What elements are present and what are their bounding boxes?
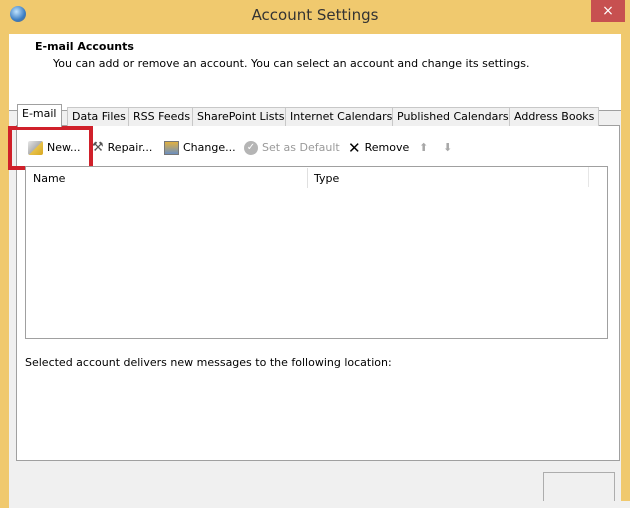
tab-rss-feeds[interactable]: RSS Feeds — [128, 107, 196, 126]
close-dialog-button[interactable] — [543, 472, 615, 502]
close-button[interactable]: × — [591, 0, 625, 22]
x-icon: ✕ — [348, 139, 361, 157]
highlight-box — [8, 126, 93, 170]
move-down-button[interactable]: ⬇ — [443, 140, 452, 156]
tab-published-calendars[interactable]: Published Calendars — [392, 107, 514, 126]
checkmark-circle-icon: ✓ — [244, 141, 258, 155]
arrow-up-icon: ⬆ — [419, 141, 429, 154]
repair-button[interactable]: ⚒ Repair... — [92, 140, 152, 156]
set-as-default-button[interactable]: ✓ Set as Default — [244, 140, 340, 156]
window-title: Account Settings — [251, 6, 379, 24]
tab-internet-calendars[interactable]: Internet Calendars — [285, 107, 398, 126]
overlay-area — [418, 501, 630, 508]
column-divider — [588, 167, 589, 187]
remove-button[interactable]: ✕ Remove — [348, 140, 409, 156]
column-divider[interactable] — [307, 168, 308, 188]
tab-email[interactable]: E-mail — [17, 104, 62, 127]
column-header-type[interactable]: Type — [314, 172, 339, 186]
tab-address-books[interactable]: Address Books — [509, 107, 600, 126]
location-text: Selected account delivers new messages t… — [25, 356, 392, 369]
arrow-down-icon: ⬇ — [443, 141, 453, 154]
header-title: E-mail Accounts — [35, 40, 134, 53]
tab-data-files[interactable]: Data Files — [67, 107, 131, 126]
repair-tools-icon: ⚒ — [92, 140, 104, 155]
tab-sharepoint-lists[interactable]: SharePoint Lists — [192, 107, 290, 126]
change-settings-icon — [164, 141, 179, 155]
change-button[interactable]: Change... — [164, 140, 236, 156]
move-up-button[interactable]: ⬆ — [419, 140, 428, 156]
column-header-name[interactable]: Name — [33, 172, 65, 186]
header-subtitle: You can add or remove an account. You ca… — [53, 57, 530, 70]
account-list[interactable] — [25, 166, 608, 339]
outlook-app-icon[interactable] — [10, 6, 26, 22]
